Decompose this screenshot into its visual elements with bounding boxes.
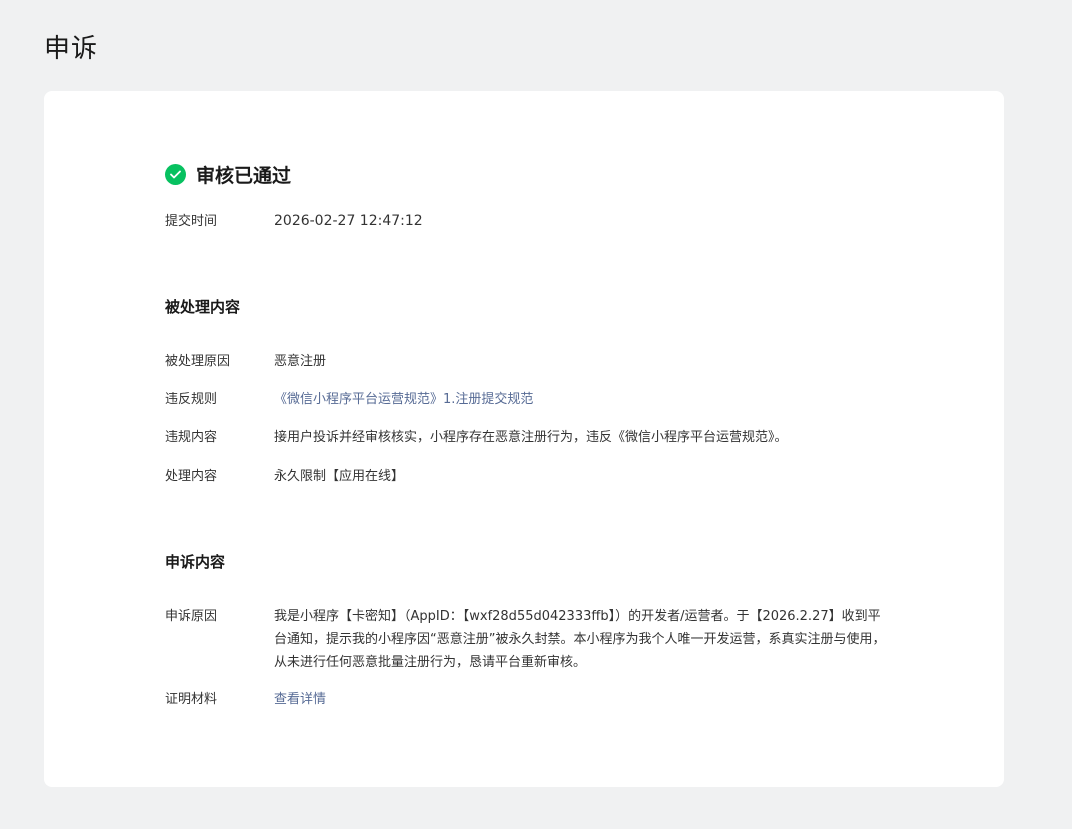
violation-content-row: 违规内容 接用户投诉并经审核核实，小程序存在恶意注册行为，违反《微信小程序平台运… [165,426,788,449]
page-title: 申诉 [44,34,99,64]
appeal-reason-value: 我是小程序【卡密知】（AppID：【wxf28d55d042333ffb】）的开… [274,609,886,670]
appeal-reason-row: 申诉原因 我是小程序【卡密知】（AppID：【wxf28d55d042333ff… [165,605,888,674]
appeal-card: 审核已通过 提交时间 2026-02-27 12:47:12 被处理内容 被处理… [44,91,1004,787]
submit-time-value: 2026-02-27 12:47:12 [274,213,423,229]
view-details-link[interactable]: 查看详情 [274,688,326,711]
appeal-reason-label: 申诉原因 [165,609,218,624]
action-label: 处理内容 [165,469,218,484]
check-circle-icon [165,164,186,185]
rule-label: 违反规则 [165,392,218,407]
status-text: 审核已通过 [196,165,292,187]
handled-section-title: 被处理内容 [165,298,241,316]
rule-link[interactable]: 《微信小程序平台运营规范》1.注册提交规范 [274,388,533,411]
action-value: 永久限制【应用在线】 [274,469,405,484]
rule-row: 违反规则 《微信小程序平台运营规范》1.注册提交规范 [165,388,533,411]
handled-reason-label: 被处理原因 [165,354,231,369]
violation-content-label: 违规内容 [165,430,218,445]
action-row: 处理内容 永久限制【应用在线】 [165,465,404,488]
proof-row: 证明材料 查看详情 [165,688,326,711]
appeal-section-title: 申诉内容 [165,553,226,571]
submit-time-row: 提交时间 2026-02-27 12:47:12 [165,210,423,233]
status-row: 审核已通过 [165,161,291,188]
violation-content-value: 接用户投诉并经审核核实，小程序存在恶意注册行为，违反《微信小程序平台运营规范》。 [274,430,788,445]
submit-time-label: 提交时间 [165,214,218,229]
proof-label: 证明材料 [165,692,218,707]
handled-reason-row: 被处理原因 恶意注册 [165,350,326,373]
handled-reason-value: 恶意注册 [274,354,327,369]
